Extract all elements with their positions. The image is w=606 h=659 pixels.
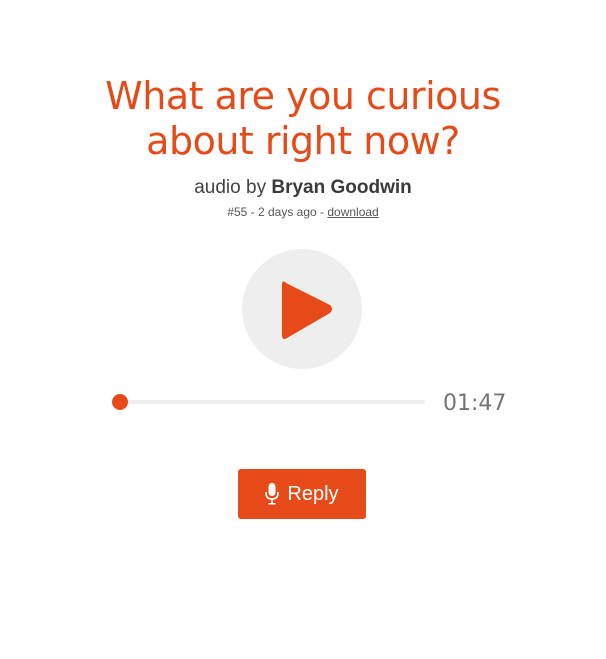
title-line-1: What are you curious xyxy=(105,74,501,118)
post-number: #55 xyxy=(227,205,248,219)
play-icon xyxy=(282,281,332,339)
byline: audio by Bryan Goodwin xyxy=(0,176,606,200)
title-line-2: about right now? xyxy=(146,119,460,163)
microphone-icon xyxy=(265,483,280,505)
download-link[interactable]: download xyxy=(327,205,378,219)
post-meta: #55 - 2 days ago - download xyxy=(227,205,379,219)
audio-post-page: What are you curious about right now? au… xyxy=(0,0,606,659)
post-age: 2 days ago xyxy=(257,205,317,219)
duration-label: 01:47 xyxy=(443,391,507,416)
progress-knob[interactable] xyxy=(112,394,128,410)
reply-button[interactable]: Reply xyxy=(238,469,366,519)
author-name: Bryan Goodwin xyxy=(271,177,412,198)
play-button[interactable] xyxy=(242,249,362,369)
byline-prefix: audio by xyxy=(194,177,267,198)
page-title: What are you curious about right now? xyxy=(0,74,606,164)
progress-slider[interactable] xyxy=(112,394,425,410)
reply-label: Reply xyxy=(287,483,339,505)
